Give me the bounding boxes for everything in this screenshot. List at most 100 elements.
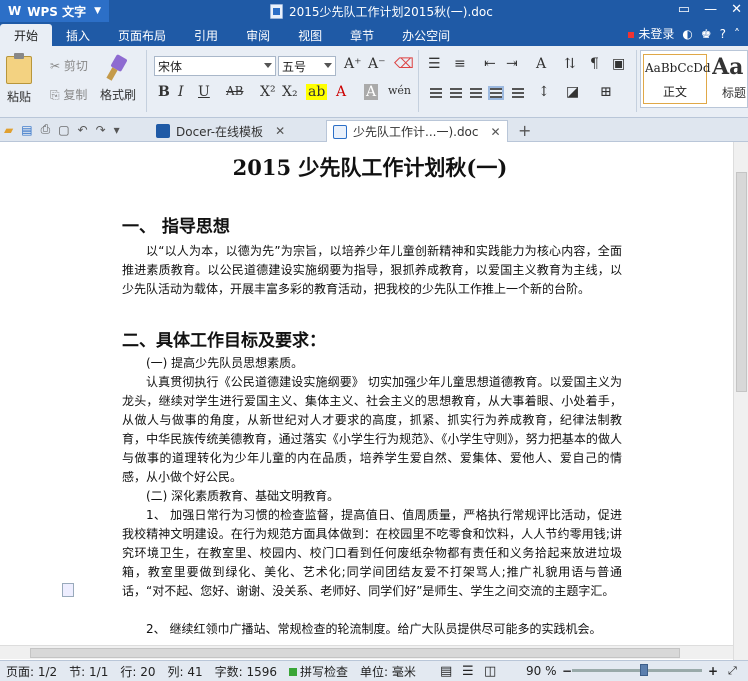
bold-icon[interactable]: B bbox=[158, 84, 170, 100]
shading-icon[interactable]: ◪ bbox=[566, 84, 579, 100]
cut-label: 剪切 bbox=[63, 59, 88, 73]
tab-chapter[interactable]: 章节 bbox=[336, 24, 388, 46]
align-center-icon[interactable] bbox=[450, 88, 462, 98]
zoom-value[interactable]: 90 % bbox=[526, 664, 557, 678]
strikethrough-icon[interactable]: AB bbox=[226, 84, 243, 98]
maximize-icon[interactable]: — bbox=[704, 2, 717, 17]
minimize-icon[interactable]: ▭ bbox=[678, 2, 690, 17]
paste-button[interactable]: 粘贴 bbox=[6, 53, 32, 105]
style-heading[interactable]: Aa 标题 bbox=[712, 54, 748, 106]
tab-start[interactable]: 开始 bbox=[0, 24, 53, 46]
bullets-icon[interactable]: ☰ bbox=[428, 56, 441, 72]
align-justify-icon[interactable] bbox=[488, 86, 504, 100]
fit-window-icon[interactable]: ⤢ bbox=[728, 664, 737, 678]
collapse-ribbon-icon[interactable]: ˄ bbox=[734, 27, 740, 41]
vertical-scroll-thumb[interactable] bbox=[736, 172, 747, 392]
open-folder-icon[interactable]: ▰ bbox=[4, 123, 13, 137]
sort-icon[interactable]: ⇅ bbox=[564, 56, 576, 72]
tab-office-space[interactable]: 办公空间 bbox=[388, 24, 464, 46]
help-icon[interactable]: ? bbox=[720, 27, 726, 41]
chevron-down-icon bbox=[324, 63, 332, 68]
status-bar: 页面: 1/2 节: 1/1 行: 20 列: 41 字数: 1596 拼写检查… bbox=[0, 660, 748, 681]
page-indicator[interactable]: 页面: 1/2 bbox=[6, 663, 57, 680]
tab-document[interactable]: 少先队工作计...一).doc ✕ bbox=[326, 120, 508, 142]
unit-indicator[interactable]: 单位: 毫米 bbox=[360, 663, 416, 680]
grow-font-icon[interactable]: A⁺ bbox=[344, 56, 362, 72]
select-icon[interactable]: ▣ bbox=[612, 56, 625, 72]
line-spacing-icon[interactable]: ↕ bbox=[538, 84, 550, 100]
new-tab-icon[interactable]: + bbox=[518, 121, 531, 140]
style-normal[interactable]: AaBbCcDd 正文 bbox=[643, 54, 711, 104]
align-right-icon[interactable] bbox=[470, 88, 482, 98]
page-note-icon[interactable] bbox=[62, 583, 74, 597]
paragraph-2: 认真贯彻执行《公民道德建设实施纲要》 切实加强少年儿童思想道德教育。以爱国主义为… bbox=[122, 375, 622, 484]
show-marks-icon[interactable]: ¶ bbox=[590, 56, 599, 72]
tab-review[interactable]: 审阅 bbox=[232, 24, 284, 46]
increase-indent-icon[interactable]: ⇥ bbox=[506, 56, 518, 72]
zoom-in-icon[interactable]: + bbox=[708, 664, 718, 678]
print-preview-icon[interactable]: ▢ bbox=[58, 123, 69, 137]
format-painter-button[interactable]: 格式刷 bbox=[100, 54, 136, 103]
page-view-icon[interactable]: ▤ bbox=[440, 664, 452, 679]
tab-page-layout[interactable]: 页面布局 bbox=[104, 24, 180, 46]
clear-format-icon[interactable]: ⌫ bbox=[394, 56, 414, 72]
document-icon bbox=[333, 124, 347, 139]
outline-view-icon[interactable]: ☰ bbox=[462, 664, 474, 679]
horizontal-scrollbar[interactable] bbox=[0, 645, 733, 659]
zoom-slider-handle[interactable] bbox=[640, 664, 648, 676]
vertical-scrollbar[interactable] bbox=[733, 142, 748, 660]
check-icon bbox=[289, 667, 298, 676]
close-icon[interactable]: ✕ bbox=[491, 125, 501, 139]
redo-icon[interactable]: ↷ bbox=[96, 123, 106, 137]
numbering-icon[interactable]: ≡ bbox=[454, 56, 466, 72]
docer-icon bbox=[156, 124, 170, 138]
subscript-icon[interactable]: X₂ bbox=[282, 84, 298, 100]
decrease-indent-icon[interactable]: ⇤ bbox=[484, 56, 496, 72]
cut-button[interactable]: ✂ 剪切 bbox=[50, 57, 88, 74]
border-icon[interactable]: ⊞ bbox=[600, 84, 612, 100]
distributed-icon[interactable] bbox=[512, 88, 524, 98]
shirt-icon[interactable]: ♚ bbox=[701, 27, 712, 41]
tab-references[interactable]: 引用 bbox=[180, 24, 232, 46]
web-view-icon[interactable]: ◫ bbox=[484, 664, 496, 679]
spellcheck-label: 拼写检查 bbox=[300, 664, 349, 679]
spellcheck-toggle[interactable]: 拼写检查 bbox=[289, 663, 348, 680]
chevron-down-icon[interactable]: ▾ bbox=[114, 123, 120, 137]
superscript-icon[interactable]: X² bbox=[260, 84, 276, 100]
underline-icon[interactable]: U bbox=[198, 84, 210, 100]
zoom-out-icon[interactable]: − bbox=[562, 664, 572, 678]
text-direction-icon[interactable]: A bbox=[536, 56, 546, 72]
tab-docer[interactable]: Docer-在线模板 ✕ bbox=[150, 120, 291, 142]
skin-icon[interactable]: ◐ bbox=[682, 27, 692, 41]
paste-icon bbox=[6, 53, 32, 84]
highlight-icon[interactable]: ab bbox=[306, 84, 328, 100]
copy-button[interactable]: ⎘ 复制 bbox=[50, 86, 87, 103]
document-area[interactable]: 2015 少先队工作计划秋(一) 一、 指导思想 以“以人为本，以德为先”为宗旨… bbox=[0, 142, 748, 660]
align-left-icon[interactable] bbox=[430, 88, 442, 98]
print-icon[interactable]: ⎙ bbox=[41, 122, 51, 137]
menu-bar: 开始 插入 页面布局 引用 审阅 视图 章节 办公空间 未登录 ◐ ♚ ? ˄ bbox=[0, 22, 748, 46]
font-size-select[interactable]: 五号 bbox=[278, 56, 336, 76]
wps-app-menu-button[interactable]: W WPS 文字 ▼ bbox=[0, 0, 110, 22]
document-page[interactable]: 2015 少先队工作计划秋(一) 一、 指导思想 以“以人为本，以德为先”为宗旨… bbox=[90, 142, 650, 645]
window-controls: ▭ — ✕ bbox=[678, 2, 742, 17]
italic-icon[interactable]: I bbox=[178, 84, 184, 100]
zoom-slider-track[interactable] bbox=[572, 669, 702, 672]
ribbon-divider bbox=[418, 50, 419, 112]
paste-label: 粘贴 bbox=[6, 90, 31, 104]
login-status[interactable]: 未登录 bbox=[628, 25, 674, 42]
save-icon[interactable]: ▤ bbox=[21, 123, 32, 137]
word-count[interactable]: 字数: 1596 bbox=[215, 663, 277, 680]
phonetic-icon[interactable]: wén bbox=[388, 84, 411, 97]
horizontal-scroll-thumb[interactable] bbox=[30, 648, 680, 658]
font-color-icon[interactable]: A bbox=[336, 84, 346, 100]
tab-insert[interactable]: 插入 bbox=[52, 24, 104, 46]
font-name-select[interactable]: 宋体 bbox=[154, 56, 276, 76]
shrink-font-icon[interactable]: A⁻ bbox=[368, 56, 386, 72]
document-tab-bar: ▰ ▤ ⎙ ▢ ↶ ↷ ▾ Docer-在线模板 ✕ 少先队工作计...一).d… bbox=[0, 118, 748, 142]
close-icon[interactable]: ✕ bbox=[275, 124, 285, 138]
undo-icon[interactable]: ↶ bbox=[78, 123, 88, 137]
close-icon[interactable]: ✕ bbox=[731, 2, 742, 17]
char-shading-icon[interactable]: A bbox=[364, 84, 379, 100]
tab-view[interactable]: 视图 bbox=[284, 24, 336, 46]
